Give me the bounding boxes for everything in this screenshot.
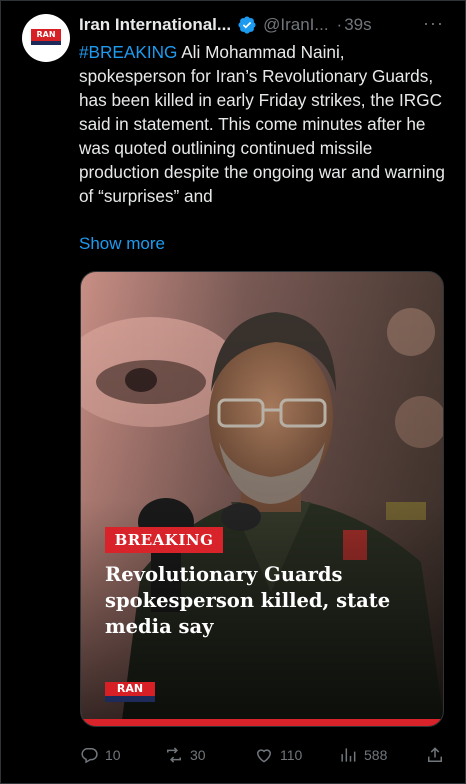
watermark-underbar [105,696,155,702]
media-headline: Revolutionary Guards spokesperson killed… [105,563,391,638]
timestamp[interactable]: 39s [344,15,371,35]
views-button[interactable]: 588 [338,740,387,770]
hashtag-link[interactable]: #BREAKING [79,42,177,62]
repost-button[interactable]: 30 [164,740,206,770]
views-count: 588 [364,747,388,763]
reply-count: 10 [105,747,121,763]
reply-button[interactable]: 10 [79,740,121,770]
display-name[interactable]: Iran International... [79,15,231,35]
more-options-icon[interactable]: ··· [423,13,444,34]
iran-international-logo: RAN [31,29,61,45]
brand-bar [81,719,443,726]
verified-badge-icon[interactable] [237,15,257,35]
tweet-text: #BREAKING Ali Mohammad Naini, spokespers… [79,40,451,208]
news-photo [81,272,443,726]
media-card[interactable]: BREAKING Revolutionary Guards spokespers… [80,271,444,727]
tweet-body: Ali Mohammad Naini, spokesperson for Ira… [79,42,445,206]
breaking-badge: BREAKING [105,527,223,553]
watermark-text: RAN [105,682,155,696]
repost-count: 30 [190,747,206,763]
share-icon [428,747,442,762]
like-button[interactable]: 110 [254,740,302,770]
reply-icon [81,748,98,764]
like-count: 110 [280,747,303,763]
show-more-link[interactable]: Show more [79,232,165,256]
logo-underbar [31,41,61,45]
iran-international-watermark: RAN [105,682,155,706]
tweet-header: Iran International... @IranI... · 39s ··… [79,13,452,37]
separator-dot: · [336,15,343,34]
repost-icon [167,747,181,763]
handle[interactable]: @IranI... [263,15,328,35]
action-bar: 10 30 110 588 [0,740,466,770]
views-bar-chart-icon [341,748,356,762]
logo-text: RAN [31,29,61,41]
avatar[interactable]: RAN [22,14,70,62]
heart-icon [256,749,272,763]
share-button[interactable] [425,740,445,770]
